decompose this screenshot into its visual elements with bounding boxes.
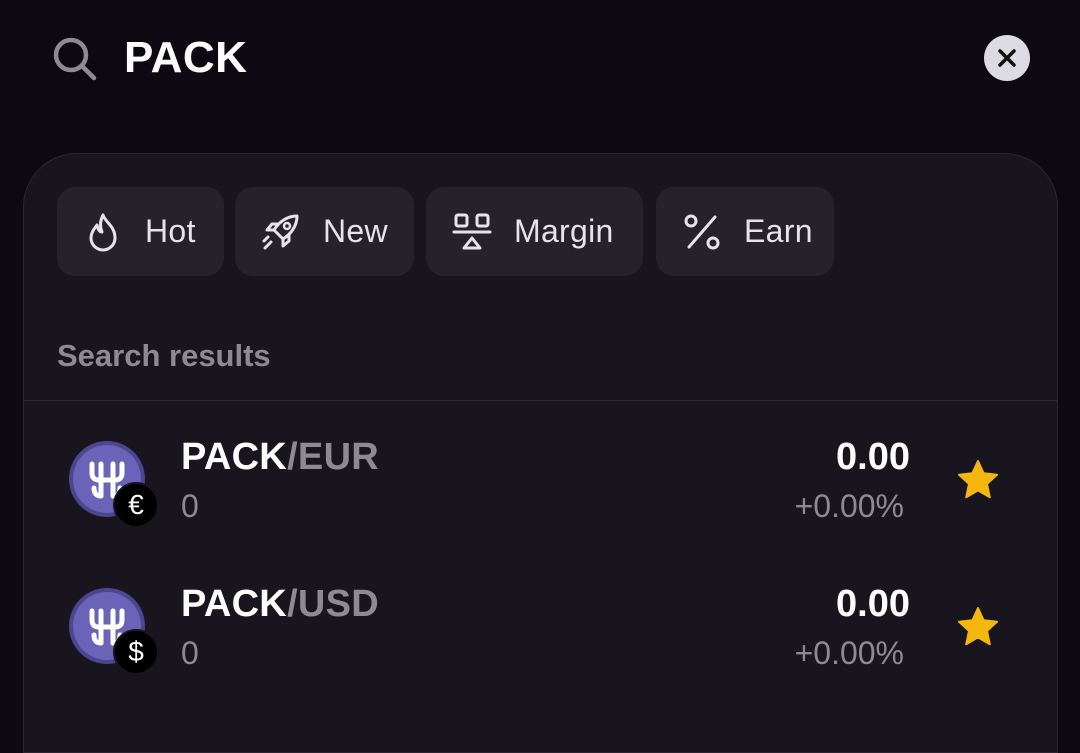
volume-value: 0: [181, 488, 199, 524]
percent-icon: [682, 212, 722, 252]
pair-name: PACK/EUR: [181, 436, 380, 478]
search-input[interactable]: PACK: [124, 30, 247, 86]
euro-badge-icon: €: [113, 482, 159, 528]
dollar-badge-icon: $: [113, 629, 159, 675]
filter-chip-margin[interactable]: Margin: [426, 187, 643, 276]
volume-value: 0: [181, 635, 199, 671]
filter-chip-new[interactable]: New: [235, 187, 414, 276]
rocket-icon: [261, 212, 301, 252]
search-icon: [53, 37, 97, 81]
margin-icon: [452, 212, 492, 252]
change-value: +0.00%: [794, 488, 904, 524]
favorite-star-icon[interactable]: [956, 458, 1000, 502]
divider: [24, 400, 1058, 401]
favorite-star-icon[interactable]: [956, 605, 1000, 649]
close-icon: [998, 49, 1016, 67]
pair-name: PACK/USD: [181, 583, 380, 625]
filter-chip-earn[interactable]: Earn: [656, 187, 834, 276]
price-value: 0.00: [836, 583, 910, 625]
flame-icon: [83, 212, 123, 252]
filter-chip-hot[interactable]: Hot: [57, 187, 224, 276]
clear-search-button[interactable]: [984, 35, 1030, 81]
filter-chip-label: New: [323, 213, 388, 249]
result-row-pack-eur[interactable]: € PACK/EUR 0 0.00 +0.00%: [24, 404, 1058, 544]
price-value: 0.00: [836, 436, 910, 478]
filter-chip-label: Earn: [744, 213, 813, 249]
search-results-title: Search results: [57, 338, 271, 373]
change-value: +0.00%: [794, 635, 904, 671]
search-bar: PACK: [0, 0, 1080, 116]
filter-chip-label: Margin: [514, 213, 614, 249]
filter-chip-label: Hot: [145, 213, 196, 249]
result-row-pack-usd[interactable]: $ PACK/USD 0 0.00 +0.00%: [24, 551, 1058, 691]
